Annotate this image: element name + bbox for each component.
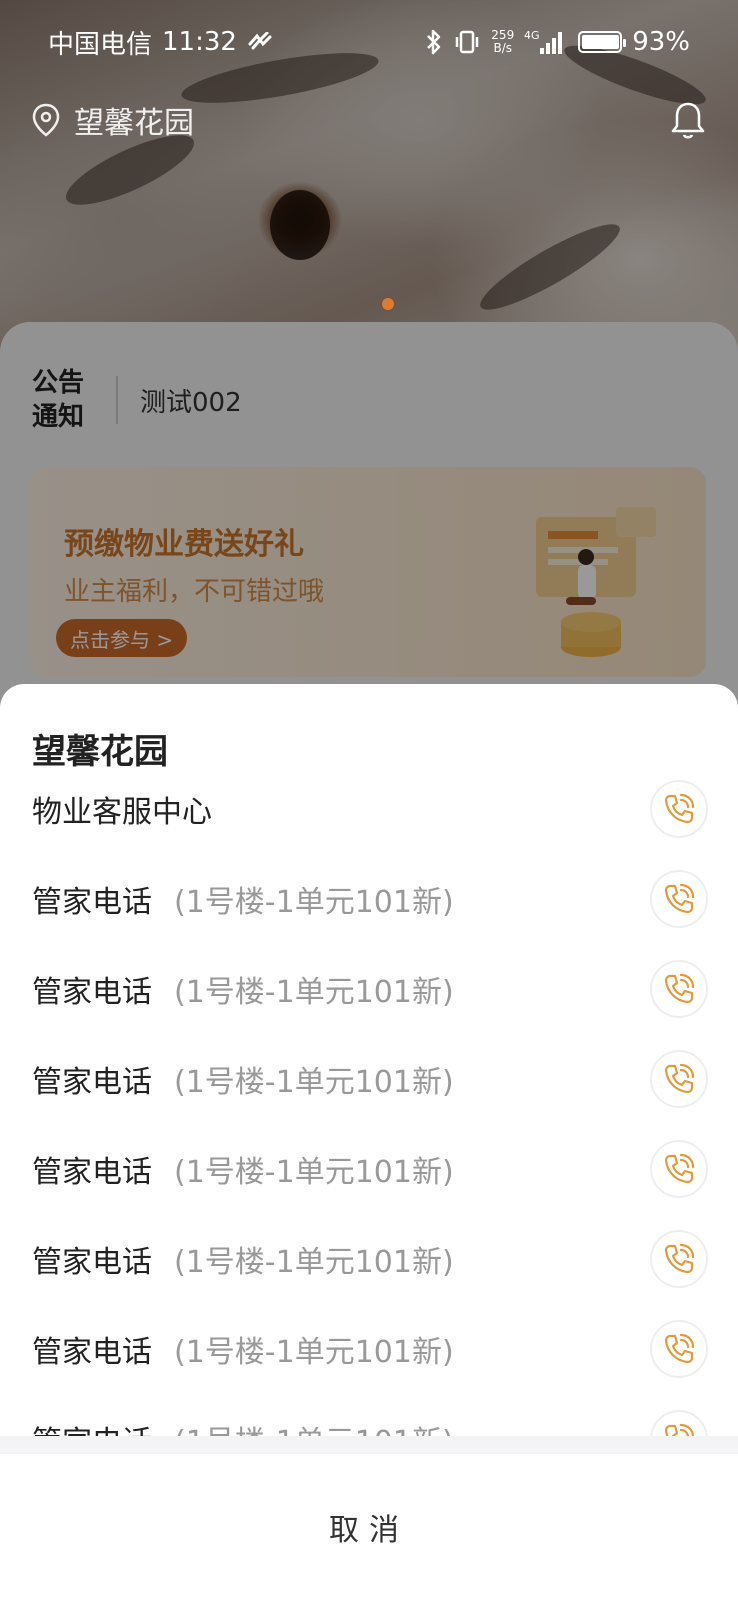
cancel-button[interactable]: 取消 (0, 1454, 738, 1600)
battery-percent: 93% (632, 27, 690, 57)
bell-icon[interactable] (670, 100, 706, 140)
bluetooth-icon (427, 29, 441, 55)
call-button[interactable] (650, 870, 708, 928)
carrier-label: 中国电信 (48, 29, 153, 60)
network-speed: 259 B/s (491, 28, 515, 55)
contact-list[interactable]: 物业客服中心 管家电话 (1号楼-1单元101新) 管家电话 (1号楼-1单元1… (0, 764, 738, 1436)
carousel-indicator (382, 298, 394, 310)
contact-row[interactable]: 管家电话 (1号楼-1单元101新) (0, 1214, 738, 1304)
phone-call-icon (662, 1422, 696, 1436)
cancel-label: 取消 (329, 1513, 409, 1548)
status-bar: 中国电信 11:32 259 B/s 4G 93% (0, 0, 738, 84)
location-pin-icon (32, 103, 60, 137)
contact-name: 管家电话 (32, 1155, 152, 1190)
contact-name: 物业客服中心 (32, 795, 212, 830)
contact-detail: (1号楼-1单元101新) (174, 975, 454, 1010)
contact-name: 管家电话 (32, 1335, 152, 1370)
phone-call-icon (662, 1332, 696, 1366)
network-type: 4G (524, 29, 540, 42)
location-header: 望馨花园 (32, 96, 706, 144)
contact-sheet: 望馨花园 物业客服中心 管家电话 (1号楼-1单元101新) 管家电话 (1号楼… (0, 684, 738, 1600)
cellular-signal-icon: 4G (524, 29, 563, 54)
location-name: 望馨花园 (74, 106, 194, 141)
contact-row[interactable]: 管家电话 (1号楼-1单元101新) (0, 944, 738, 1034)
call-button[interactable] (650, 1410, 708, 1436)
contact-row[interactable]: 管家电话 (1号楼-1单元101新) (0, 854, 738, 944)
contact-detail: (1号楼-1单元101新) (174, 1155, 454, 1190)
call-button[interactable] (650, 1140, 708, 1198)
sheet-divider (0, 1436, 738, 1454)
contact-detail: (1号楼-1单元101新) (174, 1245, 454, 1280)
phone-call-icon (662, 972, 696, 1006)
contact-row[interactable]: 管家电话 (1号楼-1单元101新) (0, 1034, 738, 1124)
contact-row[interactable]: 管家电话 (1号楼-1单元101新) (0, 1394, 738, 1436)
call-button[interactable] (650, 1230, 708, 1288)
contact-name: 管家电话 (32, 1245, 152, 1280)
contact-row[interactable]: 物业客服中心 (0, 764, 738, 854)
call-button[interactable] (650, 960, 708, 1018)
call-button[interactable] (650, 1320, 708, 1378)
contact-row[interactable]: 管家电话 (1号楼-1单元101新) (0, 1124, 738, 1214)
hd-voice-icon (248, 32, 272, 50)
phone-call-icon (662, 1242, 696, 1276)
contact-name: 管家电话 (32, 885, 152, 920)
phone-call-icon (662, 882, 696, 916)
contact-name: 管家电话 (32, 1417, 152, 1436)
vibrate-icon (456, 30, 479, 54)
location-selector[interactable]: 望馨花园 (32, 98, 194, 142)
contact-detail: (1号楼-1单元101新) (174, 1335, 454, 1370)
contact-row[interactable]: 管家电话 (1号楼-1单元101新) (0, 1304, 738, 1394)
contact-name: 管家电话 (32, 1065, 152, 1100)
call-button[interactable] (650, 1050, 708, 1108)
call-button[interactable] (650, 780, 708, 838)
contact-name: 管家电话 (32, 975, 152, 1010)
clock: 11:32 (162, 27, 237, 57)
phone-call-icon (662, 1062, 696, 1096)
contact-detail: (1号楼-1单元101新) (174, 885, 454, 920)
contact-detail: (1号楼-1单元101新) (174, 1065, 454, 1100)
battery-icon (578, 31, 627, 53)
contact-detail: (1号楼-1单元101新) (174, 1417, 454, 1436)
phone-call-icon (662, 792, 696, 826)
phone-call-icon (662, 1152, 696, 1186)
